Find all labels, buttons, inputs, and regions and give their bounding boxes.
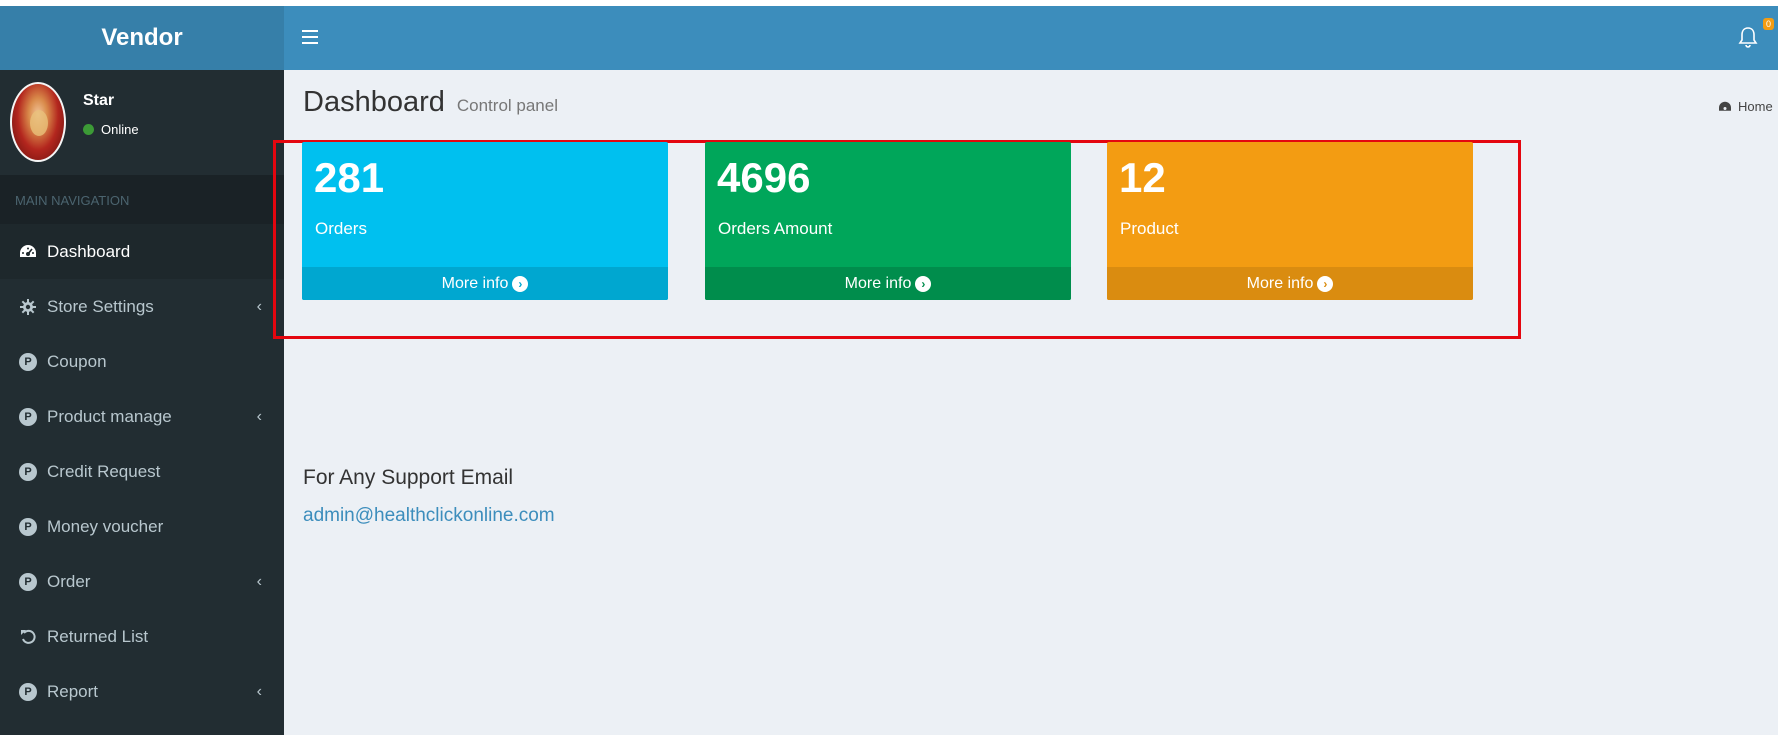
p-circle-icon: P xyxy=(18,517,38,537)
product-value: 12 xyxy=(1119,154,1166,201)
dashboard-icon xyxy=(1719,101,1731,111)
breadcrumb[interactable]: Home xyxy=(1718,99,1773,114)
orders-more-info-link[interactable]: More info › xyxy=(302,267,668,300)
sidebar-item-store-settings[interactable]: Store Settings ‹ xyxy=(0,279,284,334)
chevron-left-icon: ‹ xyxy=(256,407,262,425)
gear-icon xyxy=(18,297,38,317)
orders-amount-label: Orders Amount xyxy=(718,219,833,238)
more-info-label: More info xyxy=(1246,274,1314,292)
sidebar-item-label: Credit Request xyxy=(47,461,161,481)
chevron-left-icon: ‹ xyxy=(256,572,262,590)
online-dot-icon xyxy=(83,124,94,135)
support-title: For Any Support Email xyxy=(303,466,514,489)
sidebar-item-order[interactable]: P Order ‹ xyxy=(0,554,284,609)
avatar xyxy=(10,82,66,162)
orders-value: 281 xyxy=(314,154,385,201)
page-title: Dashboard xyxy=(303,86,445,118)
more-info-label: More info xyxy=(441,274,509,292)
sidebar-item-product-manage[interactable]: P Product manage ‹ xyxy=(0,389,284,444)
chevron-left-icon: ‹ xyxy=(256,297,262,315)
user-name: Star xyxy=(83,92,115,109)
dashboard-icon xyxy=(18,242,38,262)
sidebar-item-coupon[interactable]: P Coupon xyxy=(0,334,284,389)
more-info-label: More info xyxy=(844,274,912,292)
sidebar-item-label: Money voucher xyxy=(47,516,164,536)
sidebar-item-label: Order xyxy=(47,571,91,591)
sidebar-item-report[interactable]: P Report ‹ xyxy=(0,664,284,719)
p-circle-icon: P xyxy=(18,572,38,592)
p-circle-icon: P xyxy=(18,352,38,372)
p-circle-icon: P xyxy=(19,462,37,481)
top-header: 0 xyxy=(284,6,1778,70)
p-circle-icon: P xyxy=(19,517,37,536)
user-status: Online xyxy=(83,122,139,137)
p-circle-icon: P xyxy=(19,572,37,591)
p-circle-icon: P xyxy=(18,407,38,427)
user-panel: Star Online xyxy=(0,70,284,176)
sidebar-item-label: Store Settings xyxy=(47,296,154,316)
p-circle-icon: P xyxy=(18,462,38,482)
arrow-circle-right-icon: › xyxy=(1317,275,1334,292)
orders-label: Orders xyxy=(315,219,367,238)
product-more-info-link[interactable]: More info › xyxy=(1107,267,1473,300)
p-circle-icon: P xyxy=(19,682,37,701)
sidebar-item-label: Product manage xyxy=(47,406,172,426)
p-circle-icon: P xyxy=(18,682,38,702)
sidebar-item-money-voucher[interactable]: P Money voucher xyxy=(0,499,284,554)
brand-logo[interactable]: Vendor xyxy=(0,6,284,70)
bell-icon xyxy=(1738,27,1758,48)
product-stat-box: 12 Product More info › xyxy=(1107,142,1473,300)
notifications-button[interactable] xyxy=(1738,26,1762,52)
orders-amount-value: 4696 xyxy=(717,154,811,201)
page-subtitle: Control panel xyxy=(456,96,558,115)
content-header: Dashboard Control panel xyxy=(303,86,558,119)
notification-badge: 0 xyxy=(1762,18,1774,30)
product-label: Product xyxy=(1120,219,1179,238)
arrow-circle-right-icon: › xyxy=(512,275,529,292)
sidebar: Vendor Star Online MAIN NAVIGATION Dashb… xyxy=(0,6,284,735)
p-circle-icon: P xyxy=(19,352,37,371)
sidebar-item-label: Coupon xyxy=(47,351,107,371)
sidebar-nav: Dashboard Store Settings ‹ P Coupon P Pr… xyxy=(0,224,284,719)
orders-amount-stat-box: 4696 Orders Amount More info › xyxy=(705,142,1071,300)
support-email-link[interactable]: admin@healthclickonline.com xyxy=(303,505,555,527)
sidebar-item-label: Dashboard xyxy=(47,241,131,261)
undo-icon xyxy=(18,627,38,647)
sidebar-item-dashboard[interactable]: Dashboard xyxy=(0,224,284,279)
sidebar-item-returned-list[interactable]: Returned List xyxy=(0,609,284,664)
sidebar-item-label: Returned List xyxy=(47,626,149,646)
sidebar-item-credit-request[interactable]: P Credit Request xyxy=(0,444,284,499)
breadcrumb-home[interactable]: Home xyxy=(1738,99,1773,114)
chevron-left-icon: ‹ xyxy=(256,682,262,700)
nav-header: MAIN NAVIGATION xyxy=(0,176,284,224)
hamburger-menu-icon[interactable] xyxy=(302,30,318,44)
arrow-circle-right-icon: › xyxy=(915,275,932,292)
orders-amount-more-info-link[interactable]: More info › xyxy=(705,267,1071,300)
p-circle-icon: P xyxy=(19,407,37,426)
user-status-label: Online xyxy=(101,122,139,137)
sidebar-item-label: Report xyxy=(47,681,99,701)
orders-stat-box: 281 Orders More info › xyxy=(302,142,668,300)
